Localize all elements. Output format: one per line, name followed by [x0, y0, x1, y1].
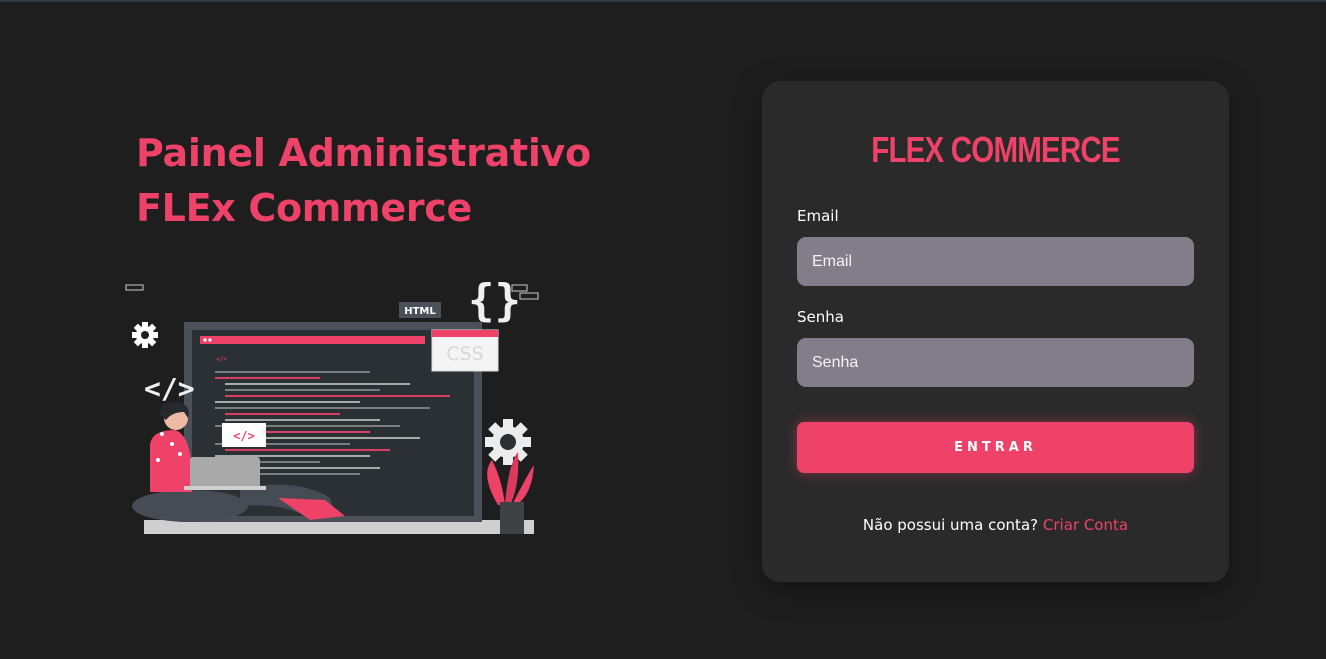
create-account-link[interactable]: Criar Conta	[1043, 516, 1128, 534]
brand-logo: FLEX COMMERCE	[871, 129, 1120, 170]
laptop	[190, 457, 260, 488]
title-line-2: FLEx Commerce	[136, 186, 472, 230]
floor-platform	[144, 520, 534, 534]
code-bubble-text: </>	[233, 429, 255, 443]
gear-icon-right	[485, 419, 531, 465]
code-symbol-left: </>	[144, 372, 195, 405]
braces-symbol: {}	[468, 275, 521, 326]
signup-prompt-text: Não possui uma conta?	[862, 516, 1039, 534]
password-field[interactable]	[797, 338, 1194, 387]
hero-section: Painel Administrativo FLEx Commerce </>	[0, 0, 700, 659]
login-card: FLEX COMMERCE Email Senha ENTRAR Não pos…	[762, 81, 1229, 582]
browser-bar	[200, 336, 425, 344]
password-label: Senha	[797, 308, 844, 326]
page-title: Painel Administrativo FLEx Commerce	[136, 126, 616, 236]
signup-prompt: Não possui uma conta? Criar Conta	[762, 516, 1229, 534]
title-line-1: Painel Administrativo	[136, 131, 591, 175]
gear-icon-left	[132, 322, 158, 348]
email-label: Email	[797, 207, 839, 225]
developer-illustration: </> HTML CSS {} </> </>	[125, 275, 539, 534]
css-window-text: CSS	[446, 343, 483, 365]
email-field[interactable]	[797, 237, 1194, 286]
svg-text:</>: </>	[216, 356, 227, 363]
login-button[interactable]: ENTRAR	[797, 422, 1194, 473]
html-tag-text: HTML	[404, 306, 436, 317]
